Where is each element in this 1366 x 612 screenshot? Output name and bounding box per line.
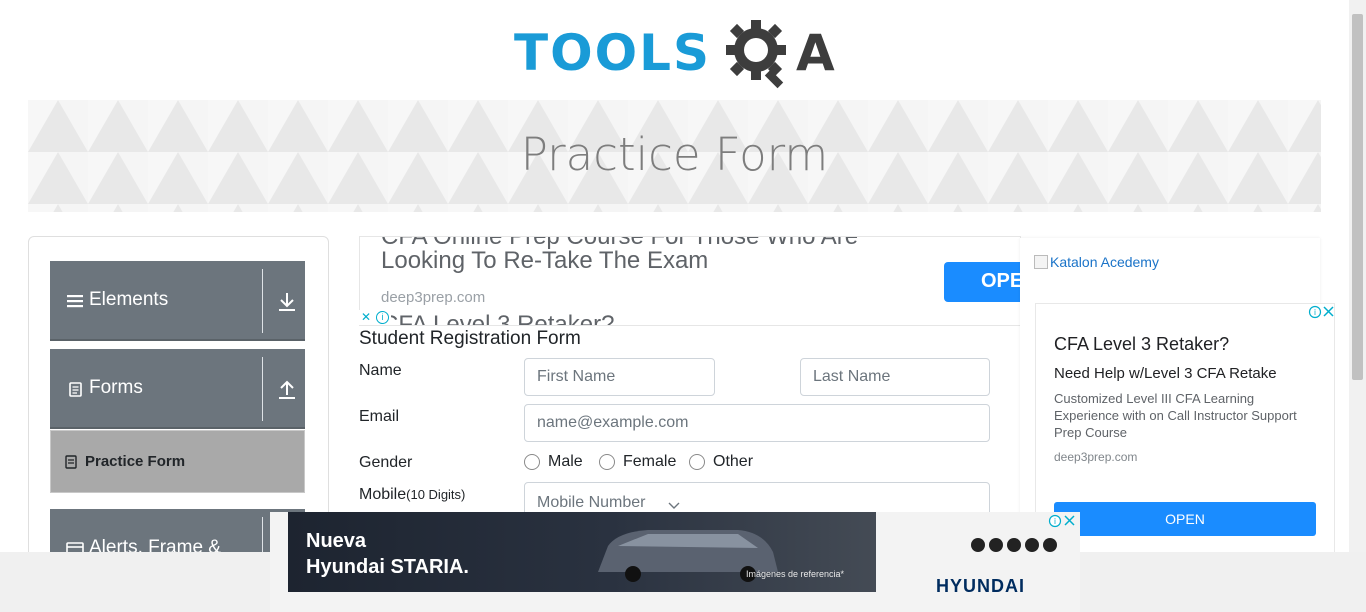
ad-open-button[interactable]: OPEN [1054, 502, 1316, 536]
page-title: Practice Form [520, 128, 829, 181]
award-medals-icon [971, 538, 1057, 552]
ad-close-controls[interactable]: i [1048, 513, 1078, 529]
radio-label[interactable]: Male [548, 453, 583, 471]
broken-image-link[interactable]: Katalon Acedemy [1034, 254, 1159, 270]
name-label: Name [359, 362, 402, 379]
radio-label[interactable]: Other [713, 453, 753, 471]
page-banner: Practice Form [28, 100, 1321, 212]
broken-image-alt: Katalon Acedemy [1050, 254, 1159, 270]
divider [262, 357, 263, 421]
close-icon[interactable]: ✕ [361, 310, 371, 324]
logo-text-a: A [796, 24, 835, 82]
sidebar-item-practice-form[interactable]: Practice Form [50, 430, 305, 493]
chevron-down-icon [668, 502, 680, 509]
radio-button[interactable] [599, 454, 615, 470]
radio-label[interactable]: Female [623, 453, 676, 471]
mobile-placeholder: Mobile Number [537, 494, 646, 511]
ad-headline: Hyundai STARIA. [306, 556, 469, 578]
ad-text-line: CFA Level 3 Retaker? [381, 311, 615, 326]
ad-reference-note: Imágenes de referencia* [746, 569, 845, 579]
sidebar-item-label: Practice Form [85, 453, 186, 470]
scrollbar-thumb[interactable] [1352, 14, 1363, 380]
sidebar-group-elements[interactable]: Elements [50, 261, 305, 341]
sidebar-group-forms[interactable]: Forms [50, 349, 305, 429]
ad-choices[interactable]: ✕ i [359, 310, 391, 325]
mobile-hint: (10 Digits) [406, 487, 466, 502]
ad-title: CFA Level 3 Retaker? [1054, 334, 1230, 354]
broken-image-icon [1034, 255, 1048, 269]
info-icon[interactable]: i [376, 311, 389, 324]
download-arrow-icon[interactable] [277, 291, 297, 313]
ad-body: Customized Level III CFA Learning Experi… [1054, 391, 1297, 440]
ad-sidebar-right[interactable]: Katalon Acedemy i CFA Level 3 Retaker? N… [1020, 238, 1335, 563]
email-label: Email [359, 408, 400, 425]
sidebar-group-label: Forms [89, 377, 143, 398]
radio-button[interactable] [524, 454, 540, 470]
toolsqa-logo[interactable]: TOOLS A [514, 16, 838, 90]
upload-arrow-icon[interactable] [277, 379, 297, 401]
ad-banner-bottom[interactable]: Nueva Hyundai STARIA. Imágenes de refere… [270, 512, 1080, 612]
ad-domain: deep3prep.com [381, 289, 486, 306]
ad-card[interactable]: i CFA Level 3 Retaker? Need Help w/Level… [1035, 303, 1335, 563]
form-title: Student Registration Form [359, 328, 581, 349]
ad-close-controls[interactable]: i [1308, 304, 1336, 320]
svg-text:i: i [1054, 517, 1056, 526]
ad-domain: deep3prep.com [1054, 450, 1138, 464]
email-input[interactable]: name@example.com [524, 404, 990, 442]
sidebar-group-label: Elements [89, 289, 169, 310]
logo-text-tools: TOOLS [514, 24, 711, 82]
ad-headline: Nueva [306, 530, 367, 552]
page-scrollbar[interactable] [1349, 0, 1366, 552]
ad-open-button[interactable]: OPE [944, 262, 1020, 302]
svg-text:i: i [1314, 308, 1316, 317]
divider [262, 269, 263, 333]
radio-button[interactable] [689, 454, 705, 470]
last-name-input[interactable]: Last Name [800, 358, 990, 396]
ad-text-line: Looking To Re-Take The Exam [381, 247, 709, 274]
ad-subtitle: Need Help w/Level 3 CFA Retake [1054, 365, 1277, 382]
hyundai-logo: HYUNDAI [936, 576, 1026, 596]
ad-banner-top[interactable]: CFA Online Prep Course For Those Who Are… [359, 236, 1021, 326]
mobile-label: Mobile(10 Digits) [359, 486, 465, 504]
hamburger-icon [67, 295, 83, 308]
mobile-label-text: Mobile [359, 486, 407, 503]
gear-magnifier-icon [726, 20, 786, 89]
form-icon [65, 455, 77, 469]
gender-label: Gender [359, 454, 413, 471]
document-icon [69, 382, 82, 397]
first-name-input[interactable]: First Name [524, 358, 715, 396]
ad-image[interactable]: Nueva Hyundai STARIA. Imágenes de refere… [288, 512, 876, 592]
